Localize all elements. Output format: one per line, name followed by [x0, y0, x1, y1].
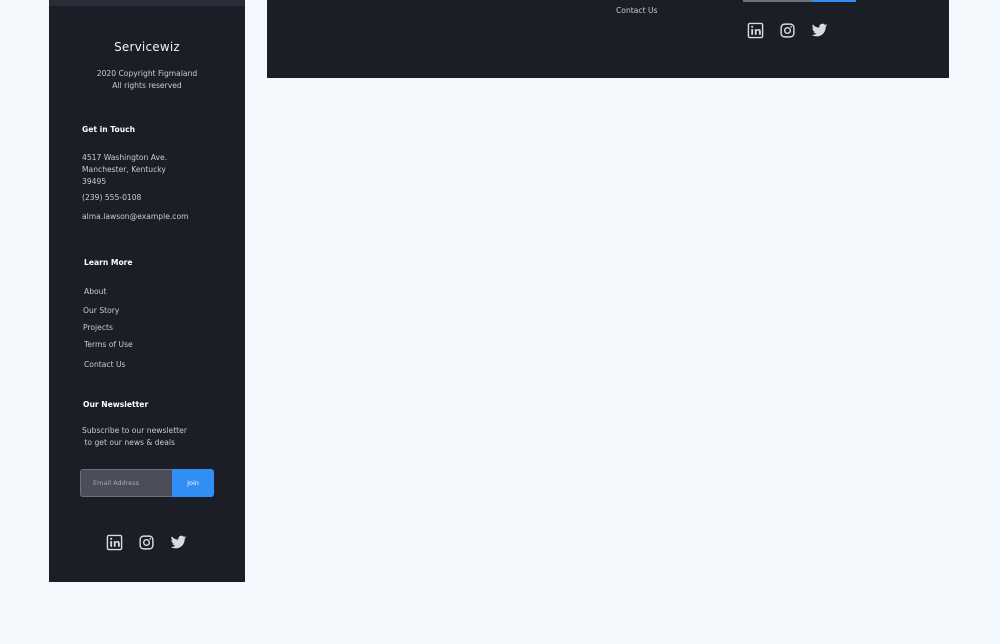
address-line-2: Manchester, Kentucky: [82, 165, 166, 174]
instagram-icon[interactable]: [138, 534, 155, 551]
address-line-1: 4517 Washington Ave.: [82, 153, 168, 162]
copyright: 2020 Copyright Figmaland All rights rese…: [49, 68, 245, 92]
newsletter-form: Join: [80, 469, 214, 497]
phone-link[interactable]: (239) 555-0108: [82, 192, 141, 204]
get-in-touch-title: Get in Touch: [82, 125, 136, 134]
desktop-social-links: [747, 22, 828, 39]
newsletter-title: Our Newsletter: [83, 400, 149, 409]
join-button[interactable]: Join: [172, 469, 214, 497]
twitter-icon[interactable]: [811, 22, 828, 39]
newsletter-desc-line-1: Subscribe to our newsletter: [82, 426, 187, 435]
newsletter-description: Subscribe to our newsletter to get our n…: [82, 425, 187, 449]
link-about[interactable]: About: [84, 286, 106, 298]
mobile-footer: Servicewiz 2020 Copyright Figmaland All …: [49, 0, 245, 582]
address: 4517 Washington Ave. Manchester, Kentuck…: [82, 152, 167, 188]
link-contact-us[interactable]: Contact Us: [84, 359, 125, 371]
link-our-story[interactable]: Our Story: [83, 305, 119, 317]
desktop-link-contact-us[interactable]: Contact Us: [616, 6, 657, 15]
linkedin-icon[interactable]: [747, 22, 764, 39]
instagram-icon[interactable]: [779, 22, 796, 39]
email-link[interactable]: alma.lawson@example.com: [82, 211, 189, 223]
address-line-3: 39495: [82, 177, 107, 186]
top-tab-grey: [743, 0, 813, 2]
link-projects[interactable]: Projects: [83, 322, 113, 334]
newsletter-desc-line-2: to get our news & deals: [82, 438, 175, 447]
twitter-icon[interactable]: [170, 534, 187, 551]
top-tab-blue: [813, 0, 856, 2]
top-strip: [49, 0, 245, 6]
brand-name: Servicewiz: [114, 40, 180, 54]
desktop-footer: Contact Us: [267, 0, 949, 78]
copyright-line-1: 2020 Copyright Figmaland: [96, 69, 198, 78]
linkedin-icon[interactable]: [106, 534, 123, 551]
social-links: [106, 534, 187, 551]
email-input[interactable]: [80, 469, 172, 497]
learn-more-title: Learn More: [84, 258, 133, 267]
copyright-line-2: All rights reserved: [112, 81, 182, 90]
link-terms-of-use[interactable]: Terms of Use: [84, 339, 133, 351]
